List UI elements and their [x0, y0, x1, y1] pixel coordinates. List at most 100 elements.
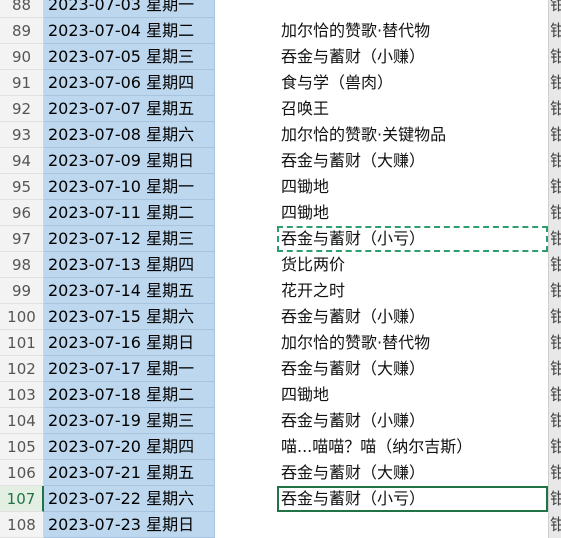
next-column-cell[interactable]: 钳	[548, 330, 561, 356]
row-header[interactable]: 98	[0, 252, 44, 278]
empty-cell[interactable]	[215, 278, 277, 304]
empty-cell[interactable]	[215, 18, 277, 44]
event-cell[interactable]: 吞金与蓄财（大赚）	[277, 148, 548, 174]
empty-cell[interactable]	[215, 460, 277, 486]
date-cell[interactable]: 2023-07-14 星期五	[44, 278, 215, 304]
event-cell[interactable]: 四锄地	[277, 174, 548, 200]
row-header[interactable]: 108	[0, 512, 44, 538]
next-column-cell[interactable]: 钳	[548, 278, 561, 304]
row-header[interactable]: 89	[0, 18, 44, 44]
empty-cell[interactable]	[215, 200, 277, 226]
date-cell[interactable]: 2023-07-09 星期日	[44, 148, 215, 174]
date-cell[interactable]: 2023-07-22 星期六	[44, 486, 215, 512]
row-header[interactable]: 92	[0, 96, 44, 122]
row-header[interactable]: 95	[0, 174, 44, 200]
next-column-cell[interactable]: 钳	[548, 70, 561, 96]
empty-cell[interactable]	[215, 174, 277, 200]
next-column-cell[interactable]: 钳	[548, 408, 561, 434]
row-header[interactable]: 88	[0, 0, 44, 18]
date-cell[interactable]: 2023-07-03 星期一	[44, 0, 215, 18]
event-cell[interactable]: 召唤王	[277, 96, 548, 122]
next-column-cell[interactable]: 钳	[548, 304, 561, 330]
empty-cell[interactable]	[215, 434, 277, 460]
empty-cell[interactable]	[215, 148, 277, 174]
copied-event-cell[interactable]: 吞金与蓄财（小亏）	[277, 226, 548, 252]
row-header[interactable]: 104	[0, 408, 44, 434]
row-header[interactable]: 101	[0, 330, 44, 356]
row-header[interactable]: 97	[0, 226, 44, 252]
row-header[interactable]: 105	[0, 434, 44, 460]
date-cell[interactable]: 2023-07-05 星期三	[44, 44, 215, 70]
empty-cell[interactable]	[215, 44, 277, 70]
event-cell[interactable]: 吞金与蓄财（小赚）	[277, 304, 548, 330]
next-column-cell[interactable]: 钳	[548, 148, 561, 174]
date-cell[interactable]: 2023-07-04 星期二	[44, 18, 215, 44]
date-cell[interactable]: 2023-07-15 星期六	[44, 304, 215, 330]
date-cell[interactable]: 2023-07-11 星期二	[44, 200, 215, 226]
empty-cell[interactable]	[215, 0, 277, 18]
row-header[interactable]: 96	[0, 200, 44, 226]
row-header[interactable]: 90	[0, 44, 44, 70]
empty-cell[interactable]	[215, 304, 277, 330]
date-cell[interactable]: 2023-07-18 星期二	[44, 382, 215, 408]
next-column-cell[interactable]: 钳	[548, 356, 561, 382]
event-cell[interactable]: 花开之时	[277, 278, 548, 304]
empty-cell[interactable]	[215, 252, 277, 278]
date-cell[interactable]: 2023-07-23 星期日	[44, 512, 215, 538]
event-cell[interactable]: 加尔恰的赞歌·替代物	[277, 18, 548, 44]
next-column-cell[interactable]: 钳	[548, 174, 561, 200]
next-column-cell[interactable]: 钳	[548, 96, 561, 122]
next-column-cell[interactable]: 钳	[548, 226, 561, 252]
next-column-cell[interactable]: 钳	[548, 18, 561, 44]
next-column-cell[interactable]: 钳	[548, 434, 561, 460]
date-cell[interactable]: 2023-07-20 星期四	[44, 434, 215, 460]
empty-cell[interactable]	[215, 122, 277, 148]
empty-cell[interactable]	[215, 70, 277, 96]
row-header[interactable]: 106	[0, 460, 44, 486]
row-header[interactable]: 91	[0, 70, 44, 96]
empty-cell[interactable]	[215, 382, 277, 408]
row-header[interactable]: 99	[0, 278, 44, 304]
next-column-cell[interactable]: 钳	[548, 122, 561, 148]
date-cell[interactable]: 2023-07-06 星期四	[44, 70, 215, 96]
active-row-header[interactable]: 107	[0, 486, 44, 512]
empty-cell[interactable]	[215, 486, 277, 512]
event-cell[interactable]: 吞金与蓄财（小赚）	[277, 44, 548, 70]
event-cell[interactable]: 加尔恰的赞歌·关键物品	[277, 122, 548, 148]
date-cell[interactable]: 2023-07-19 星期三	[44, 408, 215, 434]
row-header[interactable]: 102	[0, 356, 44, 382]
event-cell[interactable]: 四锄地	[277, 200, 548, 226]
event-cell[interactable]: 喵...喵喵？喵（纳尔吉斯）	[277, 434, 548, 460]
date-cell[interactable]: 2023-07-07 星期五	[44, 96, 215, 122]
date-cell[interactable]: 2023-07-17 星期一	[44, 356, 215, 382]
empty-cell[interactable]	[215, 356, 277, 382]
event-cell[interactable]: 货比两价	[277, 252, 548, 278]
next-column-cell[interactable]: 钳	[548, 512, 561, 538]
empty-cell[interactable]	[215, 96, 277, 122]
date-cell[interactable]: 2023-07-12 星期三	[44, 226, 215, 252]
date-cell[interactable]: 2023-07-08 星期六	[44, 122, 215, 148]
event-cell[interactable]: 加尔恰的赞歌·替代物	[277, 330, 548, 356]
date-cell[interactable]: 2023-07-13 星期四	[44, 252, 215, 278]
empty-cell[interactable]	[215, 330, 277, 356]
event-cell[interactable]	[277, 0, 548, 18]
event-cell[interactable]	[277, 512, 548, 538]
event-cell[interactable]: 吞金与蓄财（大赚）	[277, 356, 548, 382]
empty-cell[interactable]	[215, 512, 277, 538]
next-column-cell[interactable]: 钳	[548, 200, 561, 226]
next-column-cell[interactable]: 钳	[548, 486, 561, 512]
empty-cell[interactable]	[215, 226, 277, 252]
next-column-cell[interactable]: 钳	[548, 460, 561, 486]
selected-event-cell[interactable]: 吞金与蓄财（小亏）	[277, 486, 548, 512]
next-column-cell[interactable]: 钳	[548, 252, 561, 278]
row-header[interactable]: 103	[0, 382, 44, 408]
event-cell[interactable]: 四锄地	[277, 382, 548, 408]
next-column-cell[interactable]: 钳	[548, 382, 561, 408]
empty-cell[interactable]	[215, 408, 277, 434]
date-cell[interactable]: 2023-07-21 星期五	[44, 460, 215, 486]
row-header[interactable]: 100	[0, 304, 44, 330]
date-cell[interactable]: 2023-07-10 星期一	[44, 174, 215, 200]
event-cell[interactable]: 吞金与蓄财（小赚）	[277, 408, 548, 434]
row-header[interactable]: 93	[0, 122, 44, 148]
next-column-cell[interactable]: 钳	[548, 44, 561, 70]
